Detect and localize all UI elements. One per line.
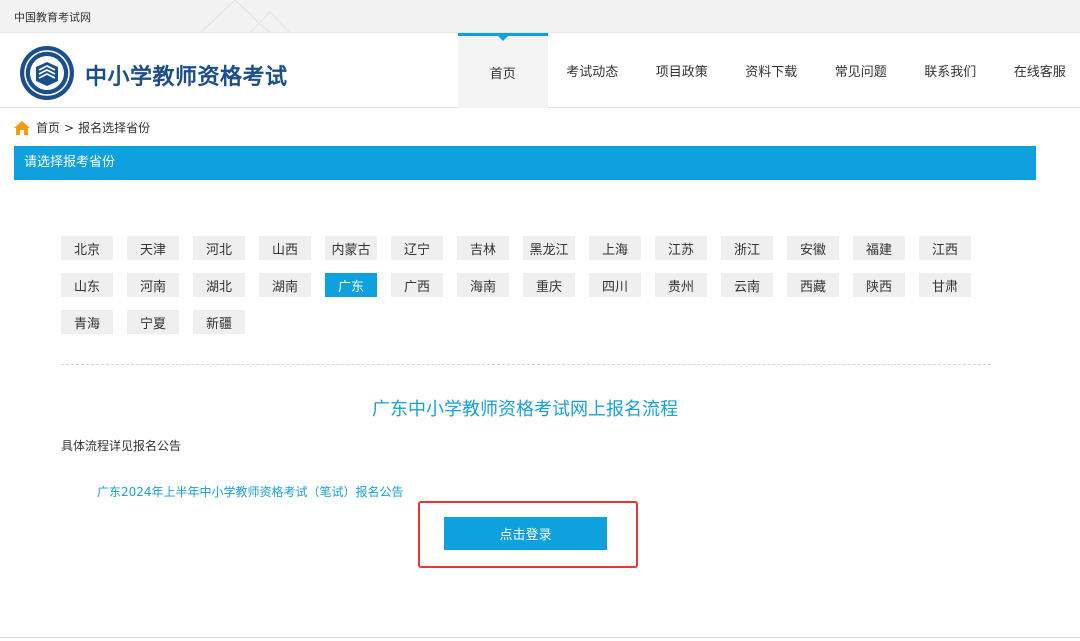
province-option[interactable]: 新疆 bbox=[193, 310, 245, 334]
province-selector: 北京 天津 河北 山西 内蒙古 辽宁 吉林 黑龙江 上海 江苏 浙江 安徽 福建 江西 山东 河南 湖北 湖南 广东… bbox=[61, 236, 991, 347]
province-option[interactable]: 山东 bbox=[61, 273, 113, 297]
nav-online-service[interactable]: 在线客服 bbox=[995, 33, 1080, 108]
flow-detail-text: 具体流程详见报名公告 bbox=[61, 439, 182, 453]
province-option[interactable]: 广东 bbox=[325, 273, 377, 297]
province-option[interactable]: 陕西 bbox=[853, 273, 905, 297]
login-button[interactable]: 点击登录 bbox=[444, 517, 607, 550]
province-option[interactable]: 上海 bbox=[589, 236, 641, 260]
province-option[interactable]: 湖北 bbox=[193, 273, 245, 297]
flow-title: 广东中小学教师资格考试网上报名流程 bbox=[372, 399, 678, 420]
nav-downloads[interactable]: 资料下载 bbox=[727, 33, 817, 108]
province-option[interactable]: 云南 bbox=[721, 273, 773, 297]
province-option[interactable]: 北京 bbox=[61, 236, 113, 260]
province-option[interactable]: 宁夏 bbox=[127, 310, 179, 334]
province-option[interactable]: 贵州 bbox=[655, 273, 707, 297]
province-option[interactable]: 青海 bbox=[61, 310, 113, 334]
breadcrumb-current: 报名选择省份 bbox=[78, 121, 151, 135]
province-option[interactable]: 辽宁 bbox=[391, 236, 443, 260]
province-option[interactable]: 河北 bbox=[193, 236, 245, 260]
site-header: 中小学教师资格考试 首页 考试动态 项目政策 资料下载 常见问题 联系我们 在线… bbox=[0, 33, 1080, 108]
nav-policy[interactable]: 项目政策 bbox=[637, 33, 727, 108]
exam-logo-icon[interactable] bbox=[19, 45, 75, 101]
province-option[interactable]: 福建 bbox=[853, 236, 905, 260]
province-option[interactable]: 四川 bbox=[589, 273, 641, 297]
top-utility-bar: 中国教育考试网 bbox=[0, 0, 1080, 33]
province-option[interactable]: 河南 bbox=[127, 273, 179, 297]
home-icon[interactable] bbox=[14, 120, 30, 135]
province-option[interactable]: 黑龙江 bbox=[523, 236, 575, 260]
province-row: 山东 河南 湖北 湖南 广东 广西 海南 重庆 四川 贵州 云南 西藏 陕西 甘肃 bbox=[61, 273, 991, 297]
province-option[interactable]: 广西 bbox=[391, 273, 443, 297]
dashed-divider bbox=[61, 364, 991, 365]
topbar-site-name: 中国教育考试网 bbox=[14, 11, 91, 24]
province-option[interactable]: 山西 bbox=[259, 236, 311, 260]
province-option[interactable]: 江西 bbox=[919, 236, 971, 260]
section-title-bar: 请选择报考省份 bbox=[14, 146, 1036, 180]
nav-exam-news[interactable]: 考试动态 bbox=[548, 33, 638, 108]
province-option[interactable]: 重庆 bbox=[523, 273, 575, 297]
province-option[interactable]: 江苏 bbox=[655, 236, 707, 260]
main-nav: 首页 考试动态 项目政策 资料下载 常见问题 联系我们 在线客服 bbox=[458, 33, 1080, 108]
site-title: 中小学教师资格考试 bbox=[85, 65, 288, 90]
province-row: 青海 宁夏 新疆 bbox=[61, 310, 991, 334]
nav-home[interactable]: 首页 bbox=[458, 33, 548, 108]
province-option[interactable]: 西藏 bbox=[787, 273, 839, 297]
province-option[interactable]: 天津 bbox=[127, 236, 179, 260]
breadcrumb: 首页 > 报名选择省份 bbox=[14, 119, 150, 136]
province-option[interactable]: 内蒙古 bbox=[325, 236, 377, 260]
province-option[interactable]: 安徽 bbox=[787, 236, 839, 260]
province-option[interactable]: 湖南 bbox=[259, 273, 311, 297]
registration-notice-link[interactable]: 广东2024年上半年中小学教师资格考试（笔试）报名公告 bbox=[97, 483, 404, 500]
nav-contact[interactable]: 联系我们 bbox=[906, 33, 996, 108]
province-row: 北京 天津 河北 山西 内蒙古 辽宁 吉林 黑龙江 上海 江苏 浙江 安徽 福建 江西 bbox=[61, 236, 991, 260]
decorative-lines-icon bbox=[200, 0, 290, 32]
breadcrumb-home[interactable]: 首页 bbox=[36, 119, 60, 136]
province-option[interactable]: 海南 bbox=[457, 273, 509, 297]
bottom-divider bbox=[0, 637, 1080, 638]
province-option[interactable]: 吉林 bbox=[457, 236, 509, 260]
nav-faq[interactable]: 常见问题 bbox=[816, 33, 906, 108]
province-option[interactable]: 浙江 bbox=[721, 236, 773, 260]
province-option[interactable]: 甘肃 bbox=[919, 273, 971, 297]
breadcrumb-separator: > bbox=[64, 120, 75, 135]
